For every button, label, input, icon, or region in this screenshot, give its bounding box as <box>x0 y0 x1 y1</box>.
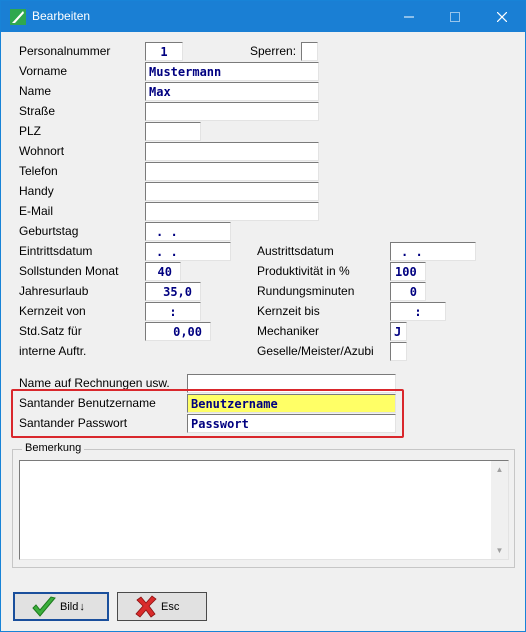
label-eintrittsdatum: Eintrittsdatum <box>19 244 93 258</box>
minimize-icon <box>404 16 414 17</box>
geburtstag-field[interactable]: . . <box>145 222 231 241</box>
sperren-field[interactable] <box>301 42 318 61</box>
bemerkung-textarea[interactable]: ▲ ▼ <box>19 460 509 560</box>
jahresurlaub-field[interactable]: 35,0 <box>145 282 201 301</box>
maximize-button[interactable] <box>432 1 478 32</box>
maximize-icon <box>450 11 460 22</box>
handy-field[interactable] <box>145 182 319 201</box>
plz-field[interactable] <box>145 122 201 141</box>
vorname-field[interactable]: Mustermann <box>145 62 319 81</box>
label-telefon: Telefon <box>19 164 58 178</box>
kernzeit-bis-field[interactable]: : <box>390 302 446 321</box>
label-jahresurlaub: Jahresurlaub <box>19 284 89 298</box>
personalnummer-field[interactable]: 1 <box>145 42 183 61</box>
strasse-field[interactable] <box>145 102 319 121</box>
kernzeit-von-field[interactable]: : <box>145 302 201 321</box>
label-rundungsminuten: Rundungsminuten <box>257 284 355 298</box>
bild-label: Bild <box>60 600 79 613</box>
geselle-field[interactable] <box>390 342 407 361</box>
label-kernzeit-von: Kernzeit von <box>19 304 86 318</box>
label-santander-user: Santander Benutzername <box>19 396 156 410</box>
edit-window: Bearbeiten Personalnummer Vorname Name S… <box>0 0 526 632</box>
close-button[interactable] <box>479 1 525 32</box>
wohnort-field[interactable] <box>145 142 319 161</box>
label-wohnort: Wohnort <box>19 144 65 158</box>
checkmark-icon <box>32 595 56 617</box>
label-name-rechnungen: Name auf Rechnungen usw. <box>19 376 170 390</box>
std-satz-field[interactable]: 0,00 <box>145 322 211 341</box>
name-field[interactable]: Max <box>145 82 319 101</box>
close-icon <box>497 11 507 22</box>
label-vorname: Vorname <box>19 64 68 78</box>
label-sperren: Sperren: <box>250 44 297 58</box>
minimize-button[interactable] <box>386 1 432 32</box>
esc-button[interactable]: Esc <box>117 592 207 621</box>
esc-label: Esc <box>161 600 180 613</box>
label-email: E-Mail <box>19 204 54 218</box>
label-interne-auftr: interne Auftr. <box>19 344 87 358</box>
santander-password-field[interactable]: Passwort <box>187 414 396 433</box>
window-title: Bearbeiten <box>32 9 91 23</box>
label-plz: PLZ <box>19 124 42 138</box>
bild-arrow-icon: ↓ <box>79 600 85 613</box>
label-mechaniker: Mechaniker <box>257 324 320 338</box>
label-kernzeit-bis: Kernzeit bis <box>257 304 320 318</box>
telefon-field[interactable] <box>145 162 319 181</box>
app-logo-icon <box>10 9 26 25</box>
label-sollstunden: Sollstunden Monat <box>19 264 119 278</box>
label-produktivitaet: Produktivität in % <box>257 264 350 278</box>
label-strasse: Straße <box>19 104 56 118</box>
bemerkung-scrollbar[interactable]: ▲ ▼ <box>491 461 508 559</box>
scroll-up-icon[interactable]: ▲ <box>491 461 508 478</box>
label-handy: Handy <box>19 184 54 198</box>
produktivitaet-field[interactable]: 100 <box>390 262 426 281</box>
label-std-satz: Std.Satz für <box>19 324 82 338</box>
bild-button[interactable]: Bild ↓ <box>13 592 109 621</box>
rundungsminuten-field[interactable]: 0 <box>390 282 426 301</box>
label-name: Name <box>19 84 52 98</box>
label-santander-pass: Santander Passwort <box>19 416 128 430</box>
austrittsdatum-field[interactable]: . . <box>390 242 476 261</box>
bemerkung-title: Bemerkung <box>22 442 85 455</box>
mechaniker-field[interactable]: J <box>390 322 407 341</box>
title-bar[interactable]: Bearbeiten <box>1 1 525 32</box>
email-field[interactable] <box>145 202 319 221</box>
scroll-down-icon[interactable]: ▼ <box>491 542 508 559</box>
sollstunden-field[interactable]: 40 <box>145 262 181 281</box>
label-austrittsdatum: Austrittsdatum <box>257 244 334 258</box>
santander-username-field[interactable]: Benutzername <box>187 394 396 413</box>
label-geselle: Geselle/Meister/Azubi <box>257 344 374 358</box>
cancel-x-icon <box>135 594 157 618</box>
eintrittsdatum-field[interactable]: . . <box>145 242 231 261</box>
label-geburtstag: Geburtstag <box>19 224 79 238</box>
label-personalnummer: Personalnummer <box>19 44 111 58</box>
